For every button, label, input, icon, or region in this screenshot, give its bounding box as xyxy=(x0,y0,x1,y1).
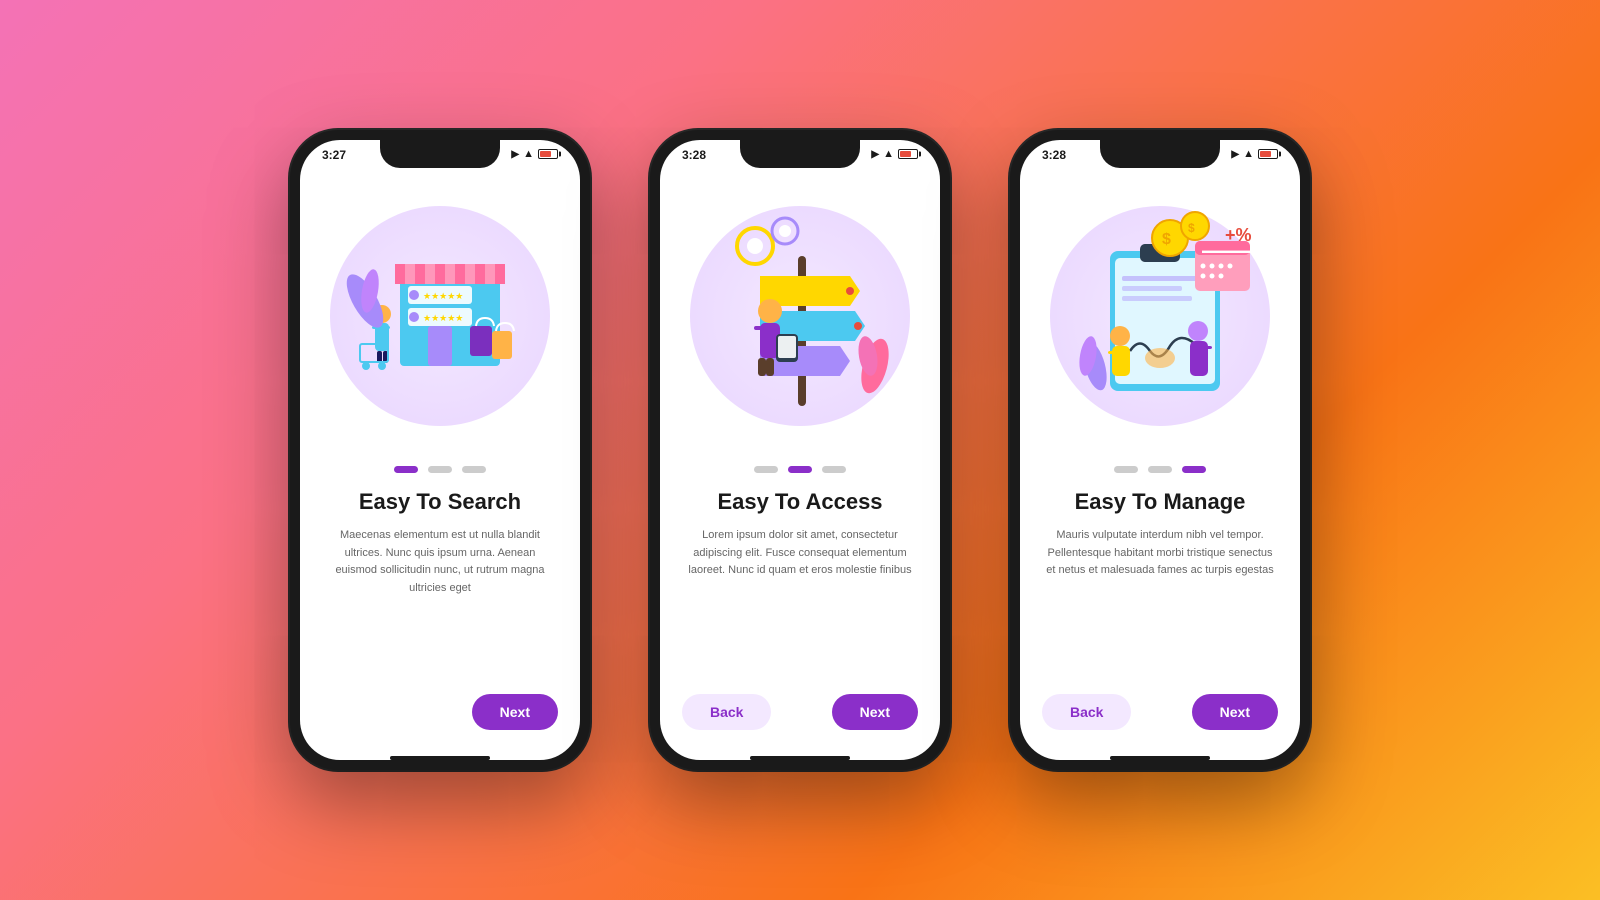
phone-3-notch xyxy=(1100,140,1220,168)
phone-2-title: Easy To Access xyxy=(717,489,882,515)
phone-1-status-icons: ▶ ▲ xyxy=(511,148,558,160)
wifi-icon: ▲ xyxy=(523,148,534,160)
phone-2-desc: Lorem ipsum dolor sit amet, consectetur … xyxy=(660,527,940,682)
svg-text:▬▬▬▬▬▬: ▬▬▬▬▬▬ xyxy=(1202,246,1250,255)
dot-3-inactive-2 xyxy=(1148,466,1172,473)
svg-text:★★★★★: ★★★★★ xyxy=(423,291,463,301)
phone-3-content: ▬▬▬▬▬▬ $ $ xyxy=(1020,176,1300,750)
phone-1-screen: 3:27 ▶ ▲ xyxy=(300,140,580,760)
phone-2-illustration xyxy=(660,176,940,456)
phone-2-wrapper: 3:28 ▶ ▲ xyxy=(650,130,950,770)
signal-icon: ▶ xyxy=(511,149,519,160)
svg-text:+%: +% xyxy=(1225,225,1252,245)
phone-2-time: 3:28 xyxy=(682,148,706,162)
shopping-illustration: ★★★★★ ★★★★★ xyxy=(320,196,560,436)
phone-3-next-button[interactable]: Next xyxy=(1192,694,1278,730)
phone-3-time: 3:28 xyxy=(1042,148,1066,162)
phone-2-btn-row: Back Next xyxy=(660,682,940,730)
wifi-icon: ▲ xyxy=(1243,148,1254,160)
phone-3-btn-row: Back Next xyxy=(1020,682,1300,730)
phone-1-next-button[interactable]: Next xyxy=(472,694,558,730)
phone-1-notch xyxy=(380,140,500,168)
phone-1: 3:27 ▶ ▲ xyxy=(290,130,590,770)
phone-3-screen: 3:28 ▶ ▲ xyxy=(1020,140,1300,760)
dot-3-inactive-1 xyxy=(1114,466,1138,473)
phone-2-screen: 3:28 ▶ ▲ xyxy=(660,140,940,760)
phone-3-back-button[interactable]: Back xyxy=(1042,694,1131,730)
phone-1-home-indicator xyxy=(390,756,490,760)
phone-1-dots xyxy=(394,466,486,473)
phone-2-home-indicator xyxy=(750,756,850,760)
phone-3-home-indicator xyxy=(1110,756,1210,760)
phone-1-illustration: ★★★★★ ★★★★★ xyxy=(300,176,580,456)
phone-3-dots xyxy=(1114,466,1206,473)
phone-2-next-button[interactable]: Next xyxy=(832,694,918,730)
dot-2-inactive-3 xyxy=(822,466,846,473)
battery-icon xyxy=(898,149,918,159)
phone-1-time: 3:27 xyxy=(322,148,346,162)
svg-text:★★★★★: ★★★★★ xyxy=(423,313,463,323)
navigation-illustration xyxy=(680,196,920,436)
phone-2-back-button[interactable]: Back xyxy=(682,694,771,730)
signal-icon: ▶ xyxy=(1231,149,1239,160)
dot-3-active xyxy=(1182,466,1206,473)
wifi-icon: ▲ xyxy=(883,148,894,160)
phone-1-btn-row: Next xyxy=(300,682,580,730)
svg-text:$: $ xyxy=(1188,221,1195,235)
dot-2-active xyxy=(788,466,812,473)
battery-icon xyxy=(1258,149,1278,159)
phone-2-status-icons: ▶ ▲ xyxy=(871,148,918,160)
phone-1-title: Easy To Search xyxy=(359,489,521,515)
battery-icon xyxy=(538,149,558,159)
dot-1-inactive-2 xyxy=(428,466,452,473)
phone-3-desc: Mauris vulputate interdum nibh vel tempo… xyxy=(1020,527,1300,682)
phone-1-wrapper: 3:27 ▶ ▲ xyxy=(290,130,590,770)
phone-3-status-icons: ▶ ▲ xyxy=(1231,148,1278,160)
phone-3: 3:28 ▶ ▲ xyxy=(1010,130,1310,770)
phone-2: 3:28 ▶ ▲ xyxy=(650,130,950,770)
phone-2-notch xyxy=(740,140,860,168)
phone-3-title: Easy To Manage xyxy=(1075,489,1246,515)
phone-2-content: Easy To Access Lorem ipsum dolor sit ame… xyxy=(660,176,940,750)
dot-1-inactive-3 xyxy=(462,466,486,473)
phone-1-content: ★★★★★ ★★★★★ xyxy=(300,176,580,750)
dot-1-active xyxy=(394,466,418,473)
svg-text:$: $ xyxy=(1162,231,1171,248)
signal-icon: ▶ xyxy=(871,149,879,160)
phone-3-wrapper: 3:28 ▶ ▲ xyxy=(1010,130,1310,770)
phone-2-dots xyxy=(754,466,846,473)
finance-illustration: ▬▬▬▬▬▬ $ $ xyxy=(1040,196,1280,436)
phone-1-desc: Maecenas elementum est ut nulla blandit … xyxy=(300,527,580,682)
phone-3-illustration: ▬▬▬▬▬▬ $ $ xyxy=(1020,176,1300,456)
dot-2-inactive-1 xyxy=(754,466,778,473)
